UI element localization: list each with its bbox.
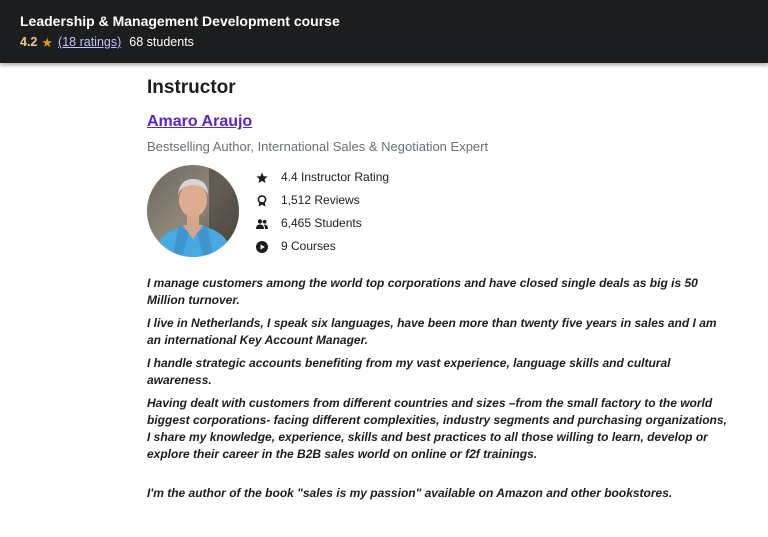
course-header-bar: Leadership & Management Development cour…: [0, 0, 768, 63]
instructor-headline: Bestselling Author, International Sales …: [147, 139, 489, 154]
bio-paragraph: I'm the author of the book "sales is my …: [147, 486, 673, 500]
stat-reviews: 1,512 Reviews: [256, 189, 389, 212]
instructor-avatar[interactable]: [147, 165, 239, 257]
stat-label: 1,512 Reviews: [281, 193, 360, 207]
bio-paragraph: I live in Netherlands, I speak six langu…: [147, 316, 717, 347]
play-circle-icon: [256, 240, 268, 253]
stat-label: 4.4 Instructor Rating: [281, 170, 390, 184]
instructor-bio: I manage customers among the world top c…: [147, 275, 732, 502]
stat-students: 6,465 Students: [256, 212, 389, 235]
award-icon: [256, 194, 268, 207]
instructor-stats: 4.4 Instructor Rating 1,512 Reviews 6,46…: [256, 166, 389, 258]
bio-paragraph: Having dealt with customers from differe…: [147, 396, 727, 461]
instructor-profile: 4.4 Instructor Rating 1,512 Reviews 6,46…: [147, 165, 732, 258]
section-title: Instructor: [147, 77, 236, 98]
instructor-section: Instructor Amaro Araujo Bestselling Auth…: [147, 76, 732, 508]
avatar-portrait: [147, 165, 239, 257]
stat-label: 6,465 Students: [281, 216, 362, 230]
course-rating-row: 4.2 ★ (18 ratings) 68 students: [20, 34, 748, 51]
enrolled-students-count: 68 students: [129, 35, 194, 49]
stat-courses: 9 Courses: [256, 235, 389, 258]
bio-paragraph: I handle strategic accounts benefiting f…: [147, 356, 671, 387]
people-icon: [256, 218, 268, 230]
instructor-name-link[interactable]: Amaro Araujo: [147, 112, 252, 132]
course-title: Leadership & Management Development cour…: [20, 13, 340, 29]
star-icon: ★: [41, 35, 54, 50]
stat-instructor-rating: 4.4 Instructor Rating: [256, 166, 389, 189]
stat-label: 9 Courses: [281, 239, 336, 253]
ratings-count-link[interactable]: (18 ratings): [58, 34, 121, 51]
star-icon: [256, 172, 268, 184]
course-rating-value: 4.2: [20, 35, 38, 49]
bio-paragraph: I manage customers among the world top c…: [147, 276, 698, 307]
